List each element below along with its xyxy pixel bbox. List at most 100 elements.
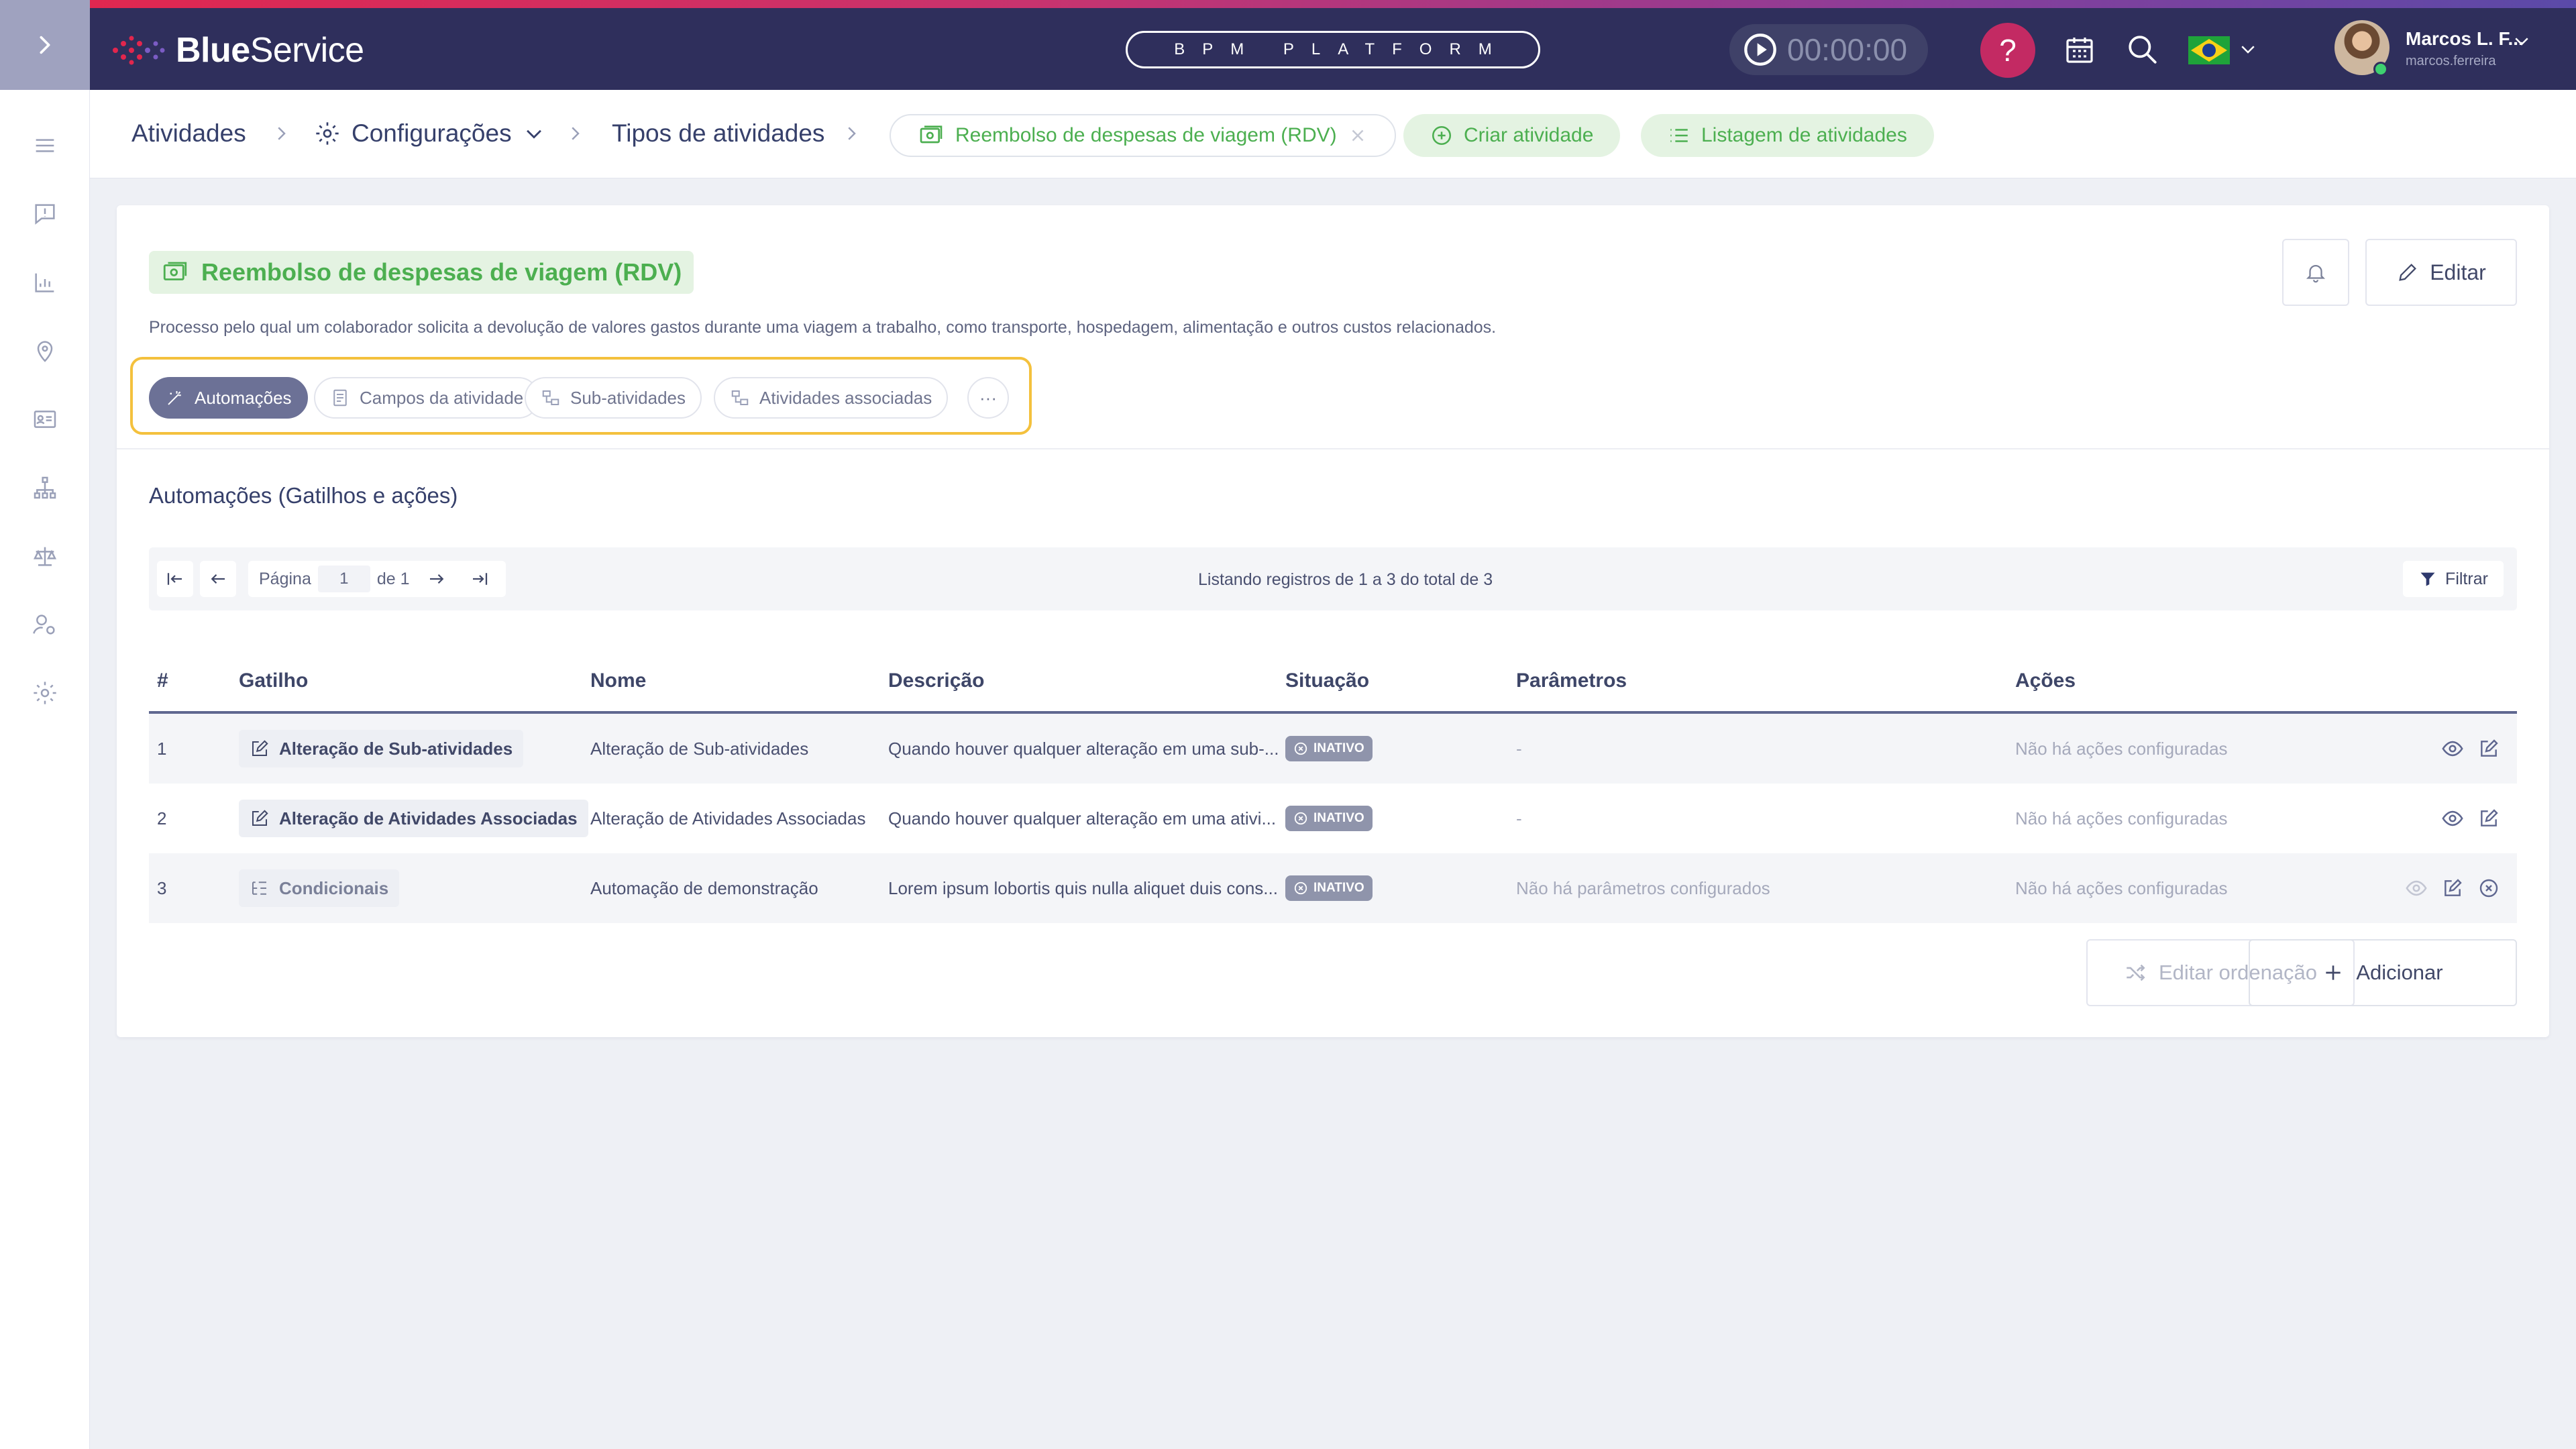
tab-bar: Automações Campos da atividade Sub-ativi…: [130, 357, 1032, 435]
trigger-tag[interactable]: Alteração de Atividades Associadas: [239, 800, 588, 837]
view-button[interactable]: [2436, 802, 2469, 835]
last-page-button[interactable]: [462, 561, 498, 597]
first-page-button[interactable]: [157, 561, 193, 597]
create-activity-chip[interactable]: Criar atividade: [1403, 114, 1621, 157]
calendar-button[interactable]: [2061, 31, 2098, 68]
view-button[interactable]: [2400, 872, 2432, 904]
description-cell: Lorem ipsum lobortis quis nulla aliquet …: [888, 877, 1278, 898]
magic-wand-icon: [168, 391, 181, 405]
first-page-icon: [167, 573, 182, 585]
user-login: marcos.ferreira: [2406, 54, 2496, 68]
tab-sub-atividades[interactable]: Sub-atividades: [525, 377, 702, 419]
breadcrumb-configuracoes[interactable]: Configurações: [314, 119, 545, 148]
chevron-down-icon: [526, 129, 541, 139]
pencil-icon: [2399, 264, 2417, 281]
x-circle-icon: [1294, 881, 1307, 895]
previous-page-button[interactable]: [200, 561, 236, 597]
next-page-button[interactable]: [419, 561, 455, 597]
sub-tasks-icon: [542, 390, 559, 405]
x-circle-icon: [1294, 812, 1307, 825]
page-number-input[interactable]: 1: [317, 566, 370, 592]
more-tabs-button[interactable]: ···: [967, 377, 1009, 419]
arrow-right-icon: [430, 574, 444, 584]
parameters-cell: -: [1516, 808, 1522, 828]
eye-icon: [2442, 741, 2463, 757]
map-pin-icon: [37, 341, 53, 362]
column-header-trigger: Gatilho: [239, 669, 309, 692]
help-button[interactable]: ?: [1980, 23, 2035, 78]
brand-logo[interactable]: BlueService: [110, 27, 364, 74]
trigger-cell: Alteração de Sub-atividades: [239, 714, 524, 784]
status-badge: INATIVO: [1285, 806, 1373, 831]
close-icon[interactable]: [1348, 125, 1368, 146]
sidebar-item-locations[interactable]: [28, 334, 62, 368]
edit-square-icon: [252, 740, 268, 756]
column-header-name: Nome: [590, 669, 647, 692]
top-bar: BlueService BPM PLATFORM 00:00:00 ? Marc…: [0, 0, 2576, 90]
logo-mark-icon: [113, 36, 165, 65]
tab-campos-da-atividade[interactable]: Campos da atividade: [314, 377, 540, 419]
list-icon: [36, 139, 54, 152]
x-circle-icon: [1294, 742, 1307, 755]
row-number: 3: [157, 877, 167, 898]
activity-timer[interactable]: 00:00:00: [1729, 24, 1928, 75]
edit-row-button[interactable]: [2436, 872, 2469, 904]
add-automation-button[interactable]: Adicionar: [2249, 939, 2517, 1006]
breadcrumb-atividades[interactable]: Atividades: [131, 119, 246, 148]
sidebar-item-alerts[interactable]: [28, 197, 62, 231]
document-icon: [333, 389, 347, 407]
sidebar-item-contacts[interactable]: [28, 402, 62, 436]
filter-button[interactable]: Filtrar: [2403, 561, 2504, 597]
trigger-tag[interactable]: Alteração de Sub-atividades: [239, 730, 524, 767]
edit-row-button[interactable]: [2473, 733, 2505, 765]
column-header-parameters: Parâmetros: [1516, 669, 1627, 692]
parameters-cell: -: [1516, 738, 1522, 759]
sidebar-item-legal[interactable]: [28, 539, 62, 573]
sidebar-item-user-settings[interactable]: [28, 608, 62, 641]
money-receipt-icon: [920, 125, 943, 144]
delete-row-button[interactable]: [2473, 872, 2505, 904]
breadcrumb-configuracoes-label: Configurações: [352, 119, 512, 147]
description-cell: Quando houver qualquer alteração em uma …: [888, 808, 1277, 828]
conditional-list-icon: [252, 881, 266, 895]
edit-row-button[interactable]: [2473, 802, 2505, 835]
tab-atividades-associadas[interactable]: Atividades associadas: [714, 377, 949, 419]
language-chevron-down-icon[interactable]: [2238, 39, 2258, 59]
description-cell: Quando houver qualquer alteração em uma …: [888, 738, 1279, 759]
tab-sub-atividades-label: Sub-atividades: [570, 387, 686, 408]
user-settings-icon: [33, 614, 55, 635]
scales-icon: [33, 547, 57, 566]
status-cell: INATIVO: [1285, 784, 1373, 853]
user-menu-chevron-down-icon[interactable]: [2512, 31, 2532, 51]
breadcrumb-tipos-de-atividades[interactable]: Tipos de atividades: [612, 119, 824, 148]
sidebar-item-settings[interactable]: [28, 676, 62, 710]
sidebar-item-list[interactable]: [28, 129, 62, 162]
edit-button[interactable]: Editar: [2365, 239, 2517, 306]
sidebar-item-reports[interactable]: [28, 266, 62, 299]
notifications-button[interactable]: [2282, 239, 2349, 306]
top-accent-stripe: [0, 0, 2576, 8]
section-divider: [117, 448, 2549, 449]
search-icon: [2129, 36, 2157, 64]
trigger-tag[interactable]: Condicionais: [239, 869, 400, 907]
platform-label: BPM PLATFORM: [1126, 31, 1540, 68]
current-activity-chip[interactable]: Reembolso de despesas de viagem (RDV): [890, 114, 1396, 157]
tab-associadas-label: Atividades associadas: [759, 387, 932, 408]
gear-icon: [34, 682, 56, 704]
tab-automacoes-label: Automações: [195, 387, 292, 408]
actions-cell: Não há ações configuradas: [2015, 738, 2228, 759]
sidebar-item-organization[interactable]: [28, 471, 62, 504]
plus-icon: [2326, 965, 2341, 980]
brazil-flag-icon[interactable]: [2188, 36, 2230, 64]
user-name[interactable]: Marcos L. F...: [2406, 28, 2524, 50]
activity-listing-chip[interactable]: Listagem de atividades: [1641, 114, 1934, 157]
linked-tasks-icon: [731, 390, 749, 405]
last-page-icon: [473, 573, 488, 585]
tab-automacoes[interactable]: Automações: [149, 377, 308, 419]
name-cell: Automação de demonstração: [590, 877, 818, 898]
search-button[interactable]: [2124, 31, 2161, 68]
view-button[interactable]: [2436, 733, 2469, 765]
sidebar-toggle-button[interactable]: [0, 0, 90, 90]
edit-square-icon: [2481, 739, 2498, 757]
column-header-actions: Ações: [2015, 669, 2076, 692]
